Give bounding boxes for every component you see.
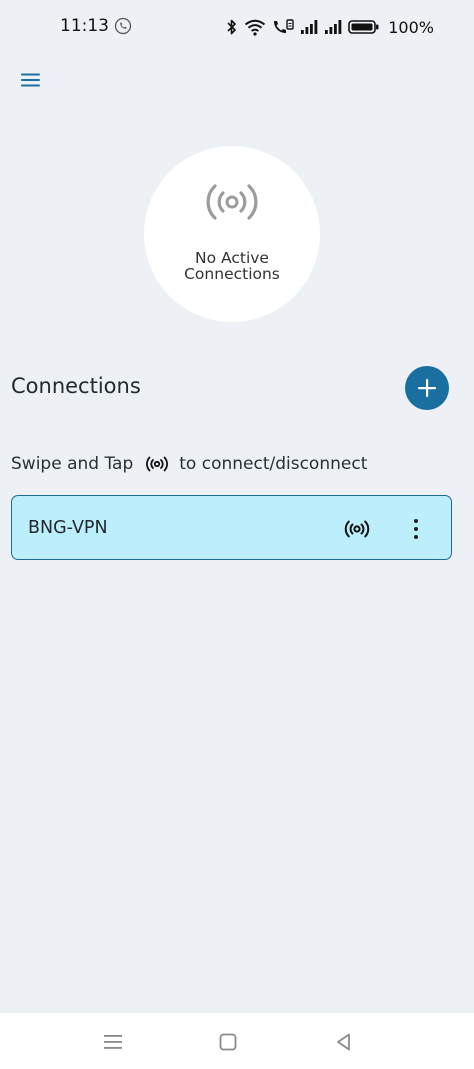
- menu-button[interactable]: [20, 71, 42, 89]
- connection-status-indicator: No Active Connections: [144, 146, 320, 322]
- hint-text-after: to connect/disconnect: [179, 454, 368, 474]
- recent-apps-icon[interactable]: [102, 1031, 124, 1053]
- home-icon[interactable]: [217, 1031, 239, 1053]
- wifi-icon: [245, 19, 266, 36]
- connection-name: BNG-VPN: [28, 518, 108, 538]
- call-icon: [114, 17, 132, 35]
- hint-text-before: Swipe and Tap: [11, 454, 134, 474]
- status-text: No Active Connections: [144, 250, 320, 282]
- plus-icon: [418, 379, 436, 397]
- battery-icon: [348, 20, 379, 34]
- status-text-line1: No Active: [195, 249, 269, 267]
- system-nav-bar: [0, 1013, 474, 1069]
- status-text-line2: Connections: [184, 265, 280, 283]
- broadcast-icon: [146, 456, 169, 472]
- battery-percent: 100%: [388, 17, 434, 37]
- signal-icon: [301, 20, 318, 34]
- hamburger-menu-icon: [21, 73, 40, 87]
- more-vertical-icon[interactable]: [408, 518, 424, 540]
- connect-hint: Swipe and Tap to connect/disconnect: [11, 453, 367, 475]
- add-connection-button[interactable]: [405, 366, 449, 410]
- status-bar: 11:13 100%: [0, 0, 474, 56]
- connect-toggle-icon[interactable]: [344, 520, 370, 538]
- connections-title: Connections: [11, 374, 141, 398]
- signal-icon: [325, 20, 342, 34]
- status-time: 11:13: [60, 16, 109, 36]
- volte-icon: [274, 19, 294, 33]
- broadcast-icon: [206, 184, 258, 220]
- bluetooth-icon: [227, 19, 237, 35]
- back-icon[interactable]: [333, 1031, 355, 1053]
- status-icons: 100%: [226, 16, 434, 38]
- connection-item[interactable]: BNG-VPN: [11, 495, 452, 560]
